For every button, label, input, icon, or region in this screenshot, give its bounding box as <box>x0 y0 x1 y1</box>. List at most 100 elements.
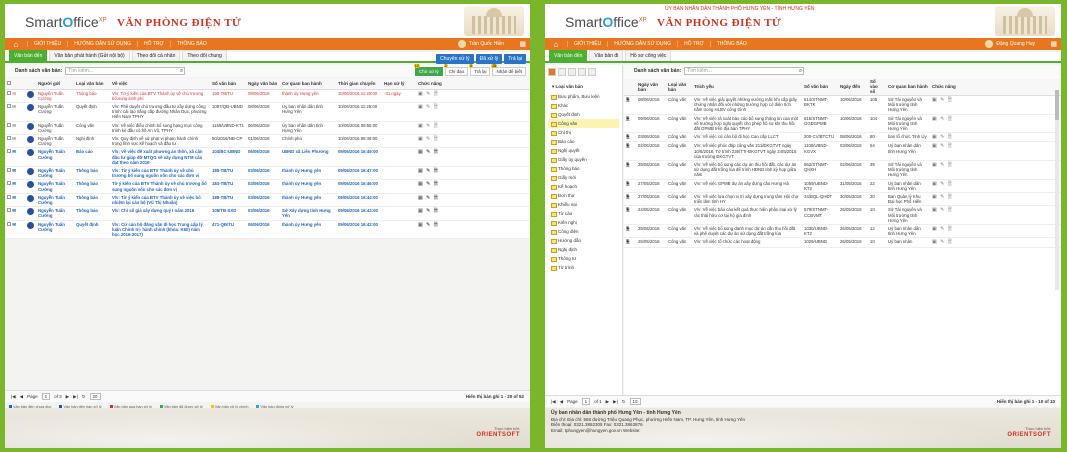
nav-support[interactable]: HỖ TRỢ <box>136 41 170 47</box>
row-action-icons[interactable]: ▣ ✎ 🗎 <box>418 123 439 129</box>
row-checkbox[interactable] <box>7 181 11 186</box>
prev-page-button[interactable]: ◀ <box>20 394 23 400</box>
row-checkbox[interactable] <box>7 208 11 213</box>
tree-root[interactable]: ▾ Loại văn bản <box>548 82 619 92</box>
prev-page-button[interactable]: ◀ <box>560 399 563 405</box>
view-table-icon[interactable] <box>588 68 596 76</box>
col-time[interactable]: Thời gian chuyển <box>336 78 382 90</box>
col-org[interactable]: Cơ quan ban hành <box>886 78 930 96</box>
tree-node[interactable]: Đơn thư <box>548 191 619 200</box>
table-row[interactable]: ✉ Nguyễn Tuấn Cường Thông báo V/v: Chỉ số g… <box>5 206 530 221</box>
select-all-checkbox[interactable] <box>7 80 11 85</box>
view-calendar-icon[interactable] <box>568 68 576 76</box>
tab-shared[interactable]: Theo dõi chung <box>182 50 227 61</box>
row-action-icons[interactable]: ▣ ✎ 🗎 <box>932 97 953 103</box>
col-number[interactable]: Số văn bản <box>210 78 246 90</box>
tree-node[interactable]: Thông tư <box>548 254 619 263</box>
table-row[interactable]: ✉ Nguyễn Tuấn Cường Quyết định V/v: Cử cán … <box>5 220 530 240</box>
row-action-icons[interactable]: ▣ ✎ 🗎 <box>418 208 439 214</box>
table-row[interactable]: 🗎 09/06/2016 Công văn V/v: Về việc rà soát … <box>624 114 1061 134</box>
table-row[interactable]: ✉ Nguyễn Tuấn Cường Thông báo V/v: Tờ ý kiế… <box>5 89 530 103</box>
tab-personal[interactable]: Theo dõi cá nhân <box>131 50 181 61</box>
row-action-icons[interactable]: ▣ ✎ 🗎 <box>932 181 953 187</box>
row-action-icons[interactable]: ▣ ✎ 🗎 <box>932 134 953 140</box>
last-page-button[interactable]: ▶| <box>73 394 78 400</box>
col-arrive[interactable]: Ngày đến <box>838 78 868 96</box>
table-row[interactable]: 🗎 25/05/2016 Công văn V/v: Về việc tổ chức … <box>624 237 1061 248</box>
col-sender[interactable]: Người gửi <box>36 78 74 90</box>
table-row[interactable]: 🗎 24/05/2016 Công văn V/v: Về việc báo cáo … <box>624 205 1061 226</box>
row-checkbox[interactable] <box>7 167 11 172</box>
row-checkbox[interactable] <box>7 135 11 140</box>
tree-node[interactable]: Khiếu nại <box>548 200 619 209</box>
first-page-button[interactable]: |◀ <box>551 399 556 405</box>
col-type[interactable]: Loại văn bản <box>666 78 692 96</box>
view-chart-icon[interactable] <box>578 68 586 76</box>
col-book[interactable]: Số vào sổ <box>868 78 886 96</box>
table-row[interactable]: 🗎 02/06/2016 Công văn V/v: Về việc phúc đáp… <box>624 141 1061 162</box>
tab-outgoing[interactable]: Văn bản đi <box>589 50 624 61</box>
col-due[interactable]: Hạn xử lý <box>382 78 416 90</box>
table-row[interactable]: ✉ Nguyễn Tuấn Cường Nghị định V/v: Quy định… <box>5 134 530 149</box>
row-checkbox[interactable] <box>7 194 11 199</box>
pending-button[interactable]: 12 Chờ xử lý <box>413 63 443 76</box>
page-input[interactable]: 1 <box>581 398 591 405</box>
tree-node[interactable]: Chỉ thị <box>548 128 619 137</box>
page-input[interactable]: 1 <box>41 393 51 400</box>
row-checkbox[interactable] <box>7 103 11 108</box>
view-tree-icon[interactable] <box>548 68 556 76</box>
nav-guide[interactable]: HƯỚNG DẪN SỬ DỤNG <box>67 41 137 47</box>
refresh-icon[interactable]: ↻ <box>82 394 86 400</box>
tree-node[interactable]: Thông báo <box>548 164 619 173</box>
row-action-icons[interactable]: ▣ ✎ 🗎 <box>418 181 439 187</box>
home-icon[interactable]: ⌂ <box>5 40 27 49</box>
col-date[interactable]: Ngày văn bản <box>246 78 280 90</box>
search-icon[interactable]: ⌕ <box>180 68 183 75</box>
search-input[interactable]: Tìm kiếm... ⌕ <box>65 67 186 75</box>
row-action-icons[interactable]: ▣ ✎ 🗎 <box>932 162 953 168</box>
row-checkbox[interactable] <box>7 149 11 154</box>
row-checkbox[interactable] <box>7 122 11 127</box>
tree-node[interactable]: Công điện <box>548 227 619 236</box>
table-row[interactable]: ✉ Nguyễn Tuấn Cường Báo cáo V/v: Về việc đề… <box>5 147 530 167</box>
table-row[interactable]: 🗎 08/06/2016 Công văn V/v: Về việc giải quy… <box>624 95 1061 115</box>
nav-support[interactable]: HỖ TRỢ <box>676 41 710 47</box>
user-menu[interactable]: Đặng Quang Huy <box>985 40 1035 48</box>
tree-node[interactable]: Giấy mời <box>548 173 619 182</box>
last-page-button[interactable]: ▶| <box>613 399 618 405</box>
row-action-icons[interactable]: ▣ ✎ 🗎 <box>932 226 953 232</box>
row-checkbox[interactable] <box>7 90 11 95</box>
tree-node[interactable]: Nghị quyết <box>548 146 619 155</box>
table-row[interactable]: ✉ Nguyễn Tuấn Cường Thông báo Tờ ý kiến của… <box>5 179 530 194</box>
row-action-icons[interactable]: ▣ ✎ 🗎 <box>932 207 953 213</box>
col-subject[interactable]: Về việc <box>110 78 210 90</box>
row-action-icons[interactable]: ▣ ✎ 🗎 <box>418 149 439 155</box>
page-size-select[interactable]: 10 <box>629 398 641 405</box>
first-page-button[interactable]: |◀ <box>11 394 16 400</box>
home-icon[interactable]: ⌂ <box>545 40 567 49</box>
next-page-button[interactable]: ▶ <box>606 399 609 405</box>
row-action-icons[interactable]: ▣ ✎ 🗎 <box>418 104 439 110</box>
apps-grid-icon[interactable]: ▦ <box>519 40 526 48</box>
tree-node[interactable]: Tờ cáo <box>548 209 619 218</box>
tree-node[interactable]: Bưu phẩm, Bưu kiện <box>548 92 619 101</box>
row-action-icons[interactable]: ▣ ✎ 🗎 <box>418 195 439 201</box>
directive-button[interactable]: 2 Chỉ đạo <box>443 63 469 76</box>
table-row[interactable]: ✉ Nguyễn Tuấn Cường Thông báo V/v: Tờ ý kiế… <box>5 166 530 181</box>
return-button[interactable]: Trả lại <box>504 54 526 64</box>
next-page-button[interactable]: ▶ <box>66 394 69 400</box>
view-list-icon[interactable] <box>558 68 566 76</box>
row-action-icons[interactable]: ▣ ✎ 🗎 <box>418 168 439 174</box>
table-row[interactable]: 🗎 27/05/2016 Công văn V/v: Về việc GPMB dự … <box>624 179 1061 194</box>
row-action-icons[interactable]: ▣ ✎ 🗎 <box>932 194 953 200</box>
nav-intro[interactable]: GIỚI THIỆU <box>567 41 607 47</box>
tab-issued[interactable]: Văn bản phát hành (Gửi nội bộ) <box>49 50 130 61</box>
table-row[interactable]: ✉ Nguyễn Tuấn Cường Công văn V/v: Về việc đ… <box>5 121 530 135</box>
returned-button[interactable]: 0 Trả lại <box>469 63 491 76</box>
table-row[interactable]: 🗎 03/06/2016 Công văn V/v: Về việc cử cán b… <box>624 132 1061 143</box>
nav-notice[interactable]: THÔNG BÁO <box>169 41 213 47</box>
row-action-icons[interactable]: ▣ ✎ 🗎 <box>932 239 953 245</box>
search-input[interactable]: Tìm kiếm... ⌕ <box>684 67 805 75</box>
tree-node[interactable]: Quyết định <box>548 110 619 119</box>
nav-notice[interactable]: THÔNG BÁO <box>709 41 753 47</box>
